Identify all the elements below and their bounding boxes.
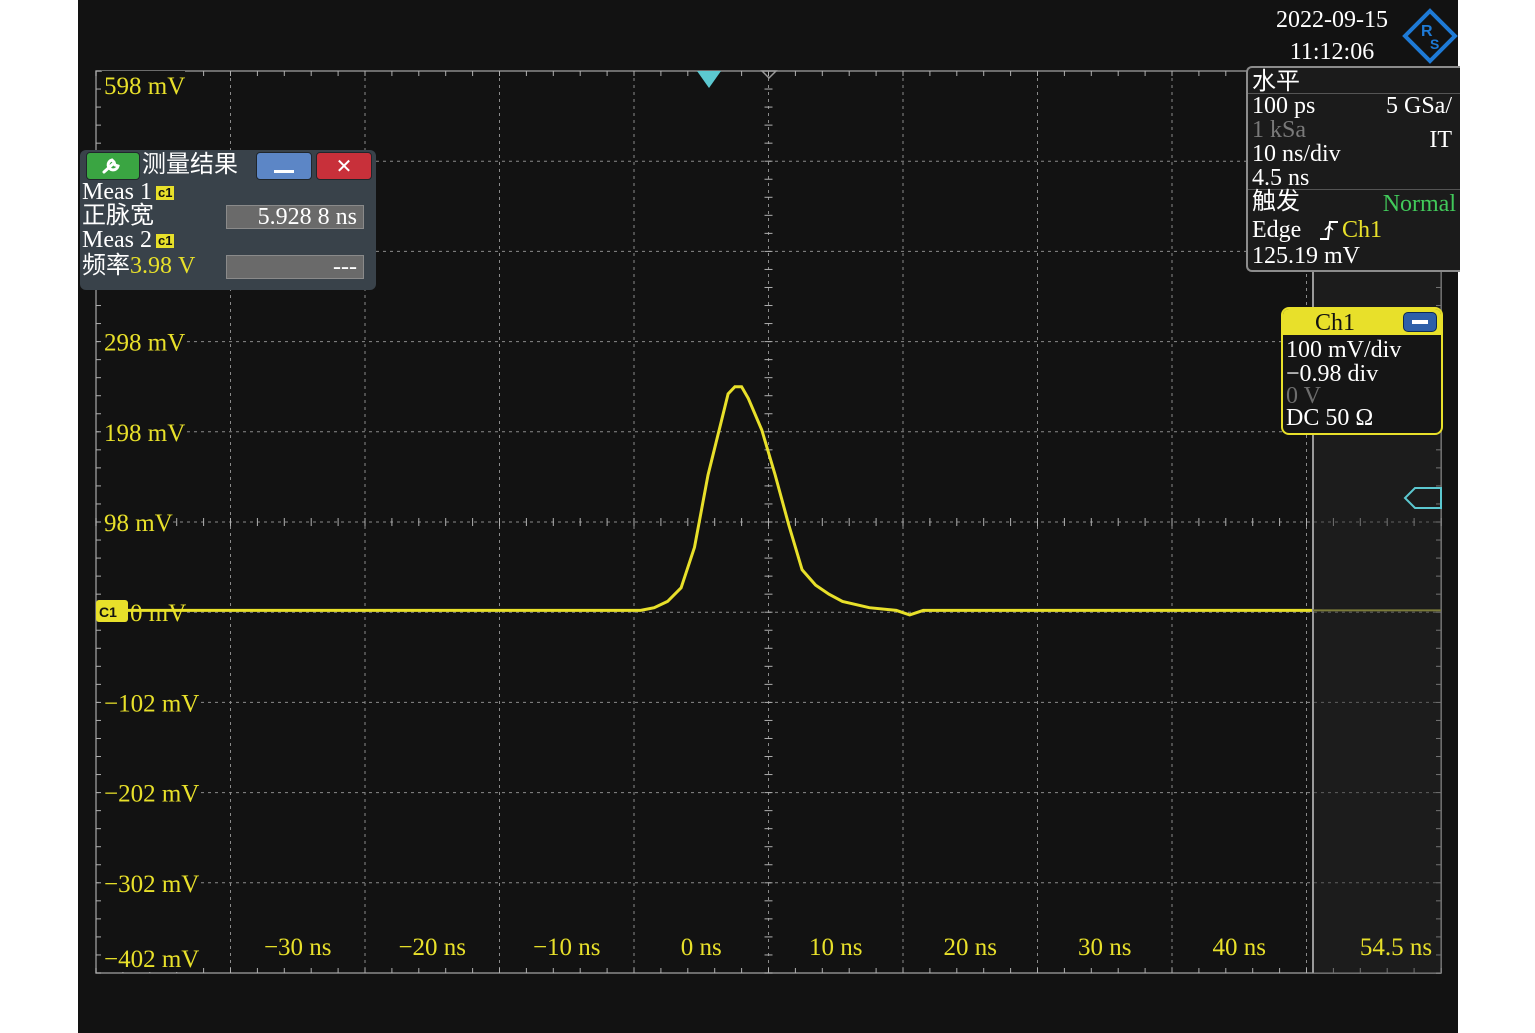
horizontal-trigger-panel[interactable]: 水平 100 ps 5 GSa/ 1 kSa IT 10 ns/div 4.5 … [1246,66,1460,272]
acq-mode-value: IT [1429,127,1452,153]
svg-text:C1: C1 [99,604,117,620]
sample-rate-value: 5 GSa/ [1386,93,1452,119]
x-tick-label: −10 ns [533,934,601,961]
meas1-value-box: 5.928 8 ns [226,205,364,229]
y-tick-label: 598 mV [104,73,185,100]
y-tick-label: −102 mV [104,690,199,717]
minimize-icon [274,170,294,173]
meas2-name-text: 频率 [82,253,130,279]
svg-text:S: S [1430,36,1439,52]
y-tick-label: 98 mV [104,510,173,537]
ch1-waveform [96,385,1314,617]
ch1-ground-marker[interactable]: C1 [96,600,128,622]
close-button[interactable]: ✕ [316,152,372,180]
trigger-title: 触发 [1252,189,1300,215]
y-tick-label: −402 mV [104,946,199,973]
x-tick-label: 10 ns [809,934,862,961]
meas1-value: 5.928 8 ns [257,204,357,230]
meas1-label: Meas 1 c1 [82,179,175,205]
x-tick-label: 54.5 ns [1360,934,1432,961]
y-tick-label: 0 mV [130,600,186,627]
ch1-header: Ch1 [1283,309,1441,335]
trigger-type-value[interactable]: Edge [1252,218,1301,242]
x-tick-label: −20 ns [398,934,466,961]
meas1-label-text: Meas 1 [82,179,152,205]
collapse-icon[interactable] [1403,312,1437,332]
measurement-title: 测量结果 [142,152,238,178]
y-tick-label: 298 mV [104,330,185,357]
record-length-value: 1 kSa [1252,117,1306,143]
minimize-button[interactable] [256,152,312,180]
ch1-coupling-value[interactable]: DC 50 Ω [1286,406,1373,430]
trigger-mode-value[interactable]: Normal [1383,192,1456,216]
time-text: 11:12:06 [1289,39,1375,65]
meas2-name: 频率3.98 V [82,254,195,278]
meas1-channel-tag: c1 [155,185,175,201]
x-tick-label: 20 ns [944,934,997,961]
meas2-value: --- [333,254,357,280]
time-scale-value[interactable]: 10 ns/div [1252,142,1341,166]
wrench-button[interactable] [86,152,140,180]
trigger-position-marker[interactable] [697,71,721,88]
meas2-value-box: --- [226,255,364,279]
measurement-panel[interactable]: 测量结果 ✕ Meas 1 c1 正脉宽 5.928 8 ns Meas 2 c1 … [80,150,376,290]
rs-logo-icon: R S [1402,8,1458,64]
x-tick-label: 30 ns [1078,934,1131,961]
ch1-scale-value[interactable]: 100 mV/div [1286,338,1401,362]
datetime: 2022-09-15 11:12:06 [1262,4,1402,68]
meas1-name: 正脉宽 [82,203,154,229]
wrench-icon [102,158,120,174]
meas2-channel-tag: c1 [155,233,175,249]
close-icon: ✕ [335,154,353,178]
meas2-label-text: Meas 2 [82,227,152,253]
meas2-label: Meas 2 c1 [82,227,175,253]
trigger-level-value[interactable]: 125.19 mV [1252,244,1360,268]
x-tick-label: 0 ns [681,934,722,961]
meas2-level: 3.98 V [130,253,196,279]
edge-rising-icon [1320,221,1338,240]
ch1-info-panel[interactable]: Ch1 100 mV/div −0.98 div 0 V DC 50 Ω [1281,307,1443,435]
y-tick-label: −302 mV [104,871,199,898]
y-tick-label: 198 mV [104,420,185,447]
x-axis-labels: −30 ns −20 ns −10 ns 0 ns 10 ns 20 ns 30 ns 40 … [264,934,1432,961]
x-tick-label: 40 ns [1213,934,1266,961]
horizontal-position-value[interactable]: 4.5 ns [1252,166,1309,190]
y-tick-label: −202 mV [104,781,199,808]
trigger-source-value[interactable]: Ch1 [1342,218,1382,242]
resolution-value: 100 ps [1252,93,1316,119]
date-text: 2022-09-15 [1276,7,1388,33]
ch1-title: Ch1 [1315,310,1356,336]
x-tick-label: −30 ns [264,934,332,961]
